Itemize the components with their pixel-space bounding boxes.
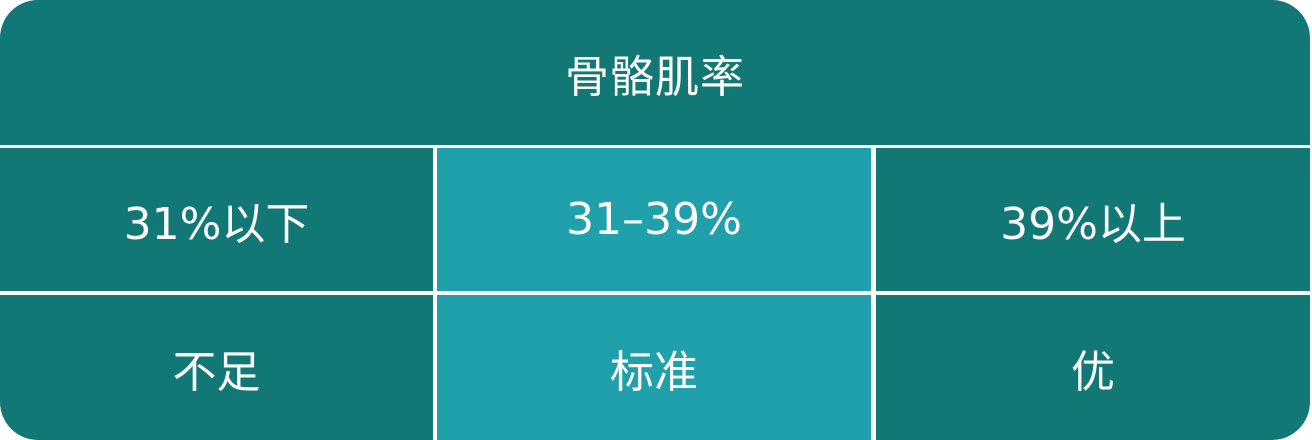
range-cell-low: 31%以下 <box>0 148 433 291</box>
skeletal-muscle-rate-card: 骨骼肌率 31%以下 31–39% 39%以上 不足 标准 优 <box>0 0 1310 440</box>
rating-cell-standard: 标准 <box>437 295 871 440</box>
range-cell-high: 39%以上 <box>876 148 1310 291</box>
table-title: 骨骼肌率 <box>0 0 1310 145</box>
rating-cell-excellent: 优 <box>876 295 1310 440</box>
range-cell-standard: 31–39% <box>437 148 871 291</box>
rating-cell-insufficient: 不足 <box>0 295 433 440</box>
